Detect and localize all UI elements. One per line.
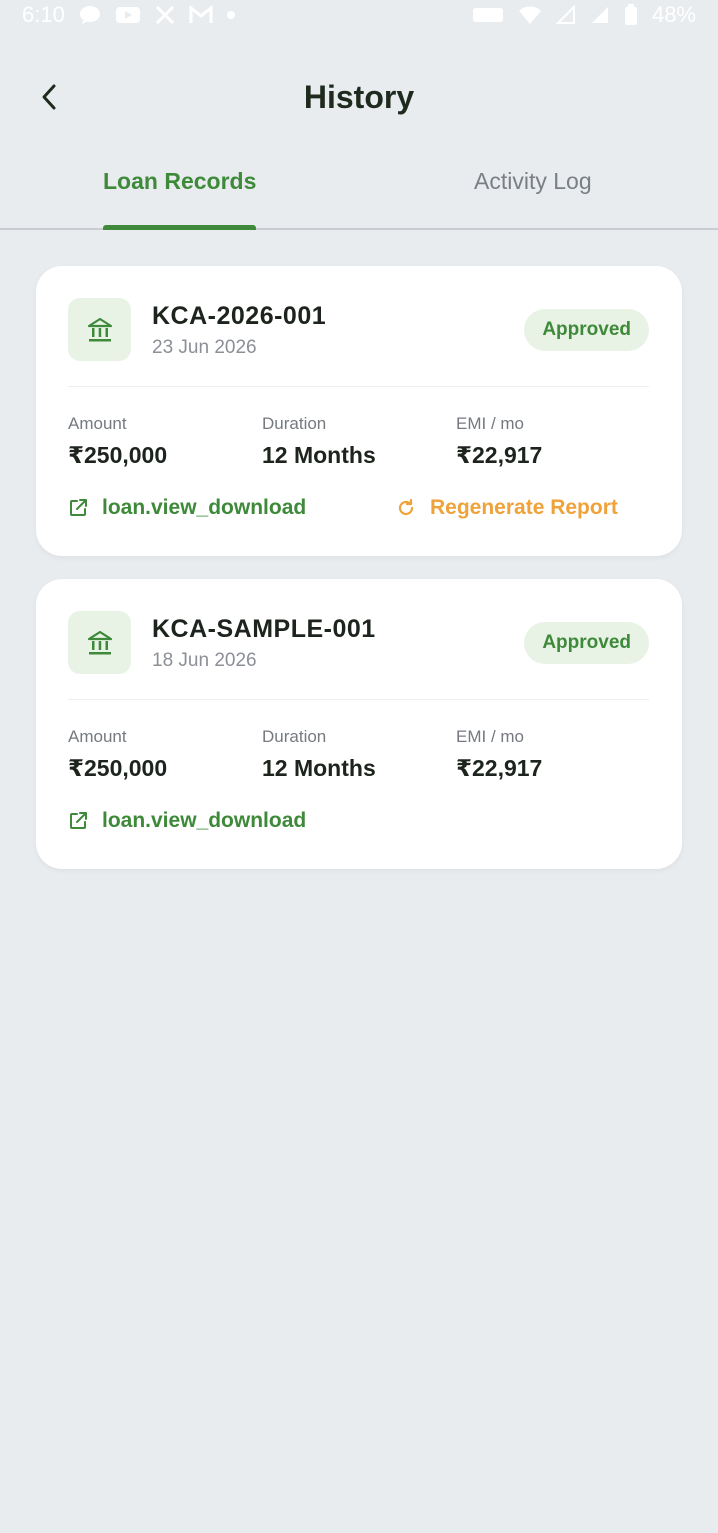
page-title: History (303, 78, 415, 115)
loan-date: 23 Jun 2026 (152, 337, 257, 358)
bank-icon (87, 630, 112, 654)
chat-icon (79, 5, 101, 25)
volte-icon (472, 6, 504, 24)
app-header: History (0, 62, 718, 132)
duration-label: Duration (262, 414, 327, 433)
regenerate-report-label: Regenerate Report (430, 496, 618, 519)
status-left: 6:10 (22, 2, 235, 28)
tab-activity-log[interactable]: Activity Log (474, 168, 592, 195)
emi-label: EMI / mo (456, 414, 525, 433)
emi-stat: EMI / mo ₹22,917 (456, 414, 542, 469)
status-right: 48% (472, 2, 696, 28)
card-divider (68, 699, 649, 700)
status-badge: Approved (524, 622, 649, 664)
amount-value: ₹250,000 (68, 442, 168, 468)
youtube-icon (115, 5, 141, 25)
loan-date: 18 Jun 2026 (152, 650, 257, 671)
emi-value: ₹22,917 (456, 755, 543, 781)
duration-value: 12 Months (262, 755, 376, 781)
tab-bar: Loan Records Activity Log (0, 150, 718, 230)
loan-record-card[interactable]: KCA-SAMPLE-001 18 Jun 2026 Approved Amou… (36, 579, 682, 869)
x-icon (155, 5, 175, 25)
duration-value: 12 Months (262, 442, 376, 468)
view-download-label: loan.view_download (102, 496, 307, 519)
refresh-icon (398, 498, 414, 516)
gmail-icon (189, 5, 213, 25)
amount-value: ₹250,000 (68, 755, 168, 781)
loan-id: KCA-SAMPLE-001 (152, 615, 376, 643)
amount-label: Amount (68, 727, 127, 746)
card-divider (68, 386, 649, 387)
bank-icon-box (68, 611, 131, 674)
bank-icon (87, 317, 112, 341)
loan-id: KCA-2026-001 (152, 302, 327, 330)
regenerate-report-button[interactable]: Regenerate Report (396, 496, 618, 520)
emi-value: ₹22,917 (456, 442, 543, 468)
status-badge: Approved (524, 309, 649, 351)
signal-icon (555, 5, 576, 25)
chevron-left-icon (42, 84, 56, 110)
bank-icon-box (68, 298, 131, 361)
battery-icon (624, 4, 638, 26)
external-link-icon (70, 499, 87, 516)
duration-stat: Duration 12 Months (262, 414, 376, 469)
emi-label: EMI / mo (456, 727, 525, 746)
duration-label: Duration (262, 727, 327, 746)
emi-stat: EMI / mo ₹22,917 (456, 727, 542, 782)
amount-stat: Amount ₹250,000 (68, 414, 167, 469)
notification-dot-icon (226, 11, 235, 19)
wifi-icon (518, 5, 542, 25)
view-download-button[interactable]: loan.view_download (68, 809, 306, 833)
amount-label: Amount (68, 414, 127, 433)
external-link-icon (70, 812, 87, 829)
battery-percent: 48% (651, 2, 696, 27)
signal-icon-2 (590, 5, 610, 25)
tab-loan-records[interactable]: Loan Records (103, 168, 256, 195)
status-time: 6:10 (22, 2, 65, 27)
active-tab-indicator (103, 225, 256, 230)
back-button[interactable] (28, 76, 70, 118)
amount-stat: Amount ₹250,000 (68, 727, 167, 782)
view-download-button[interactable]: loan.view_download (68, 496, 306, 520)
status-bar: 6:10 48% (0, 0, 718, 30)
loan-record-card[interactable]: KCA-2026-001 23 Jun 2026 Approved Amount… (36, 266, 682, 556)
view-download-label: loan.view_download (102, 809, 307, 832)
duration-stat: Duration 12 Months (262, 727, 376, 782)
